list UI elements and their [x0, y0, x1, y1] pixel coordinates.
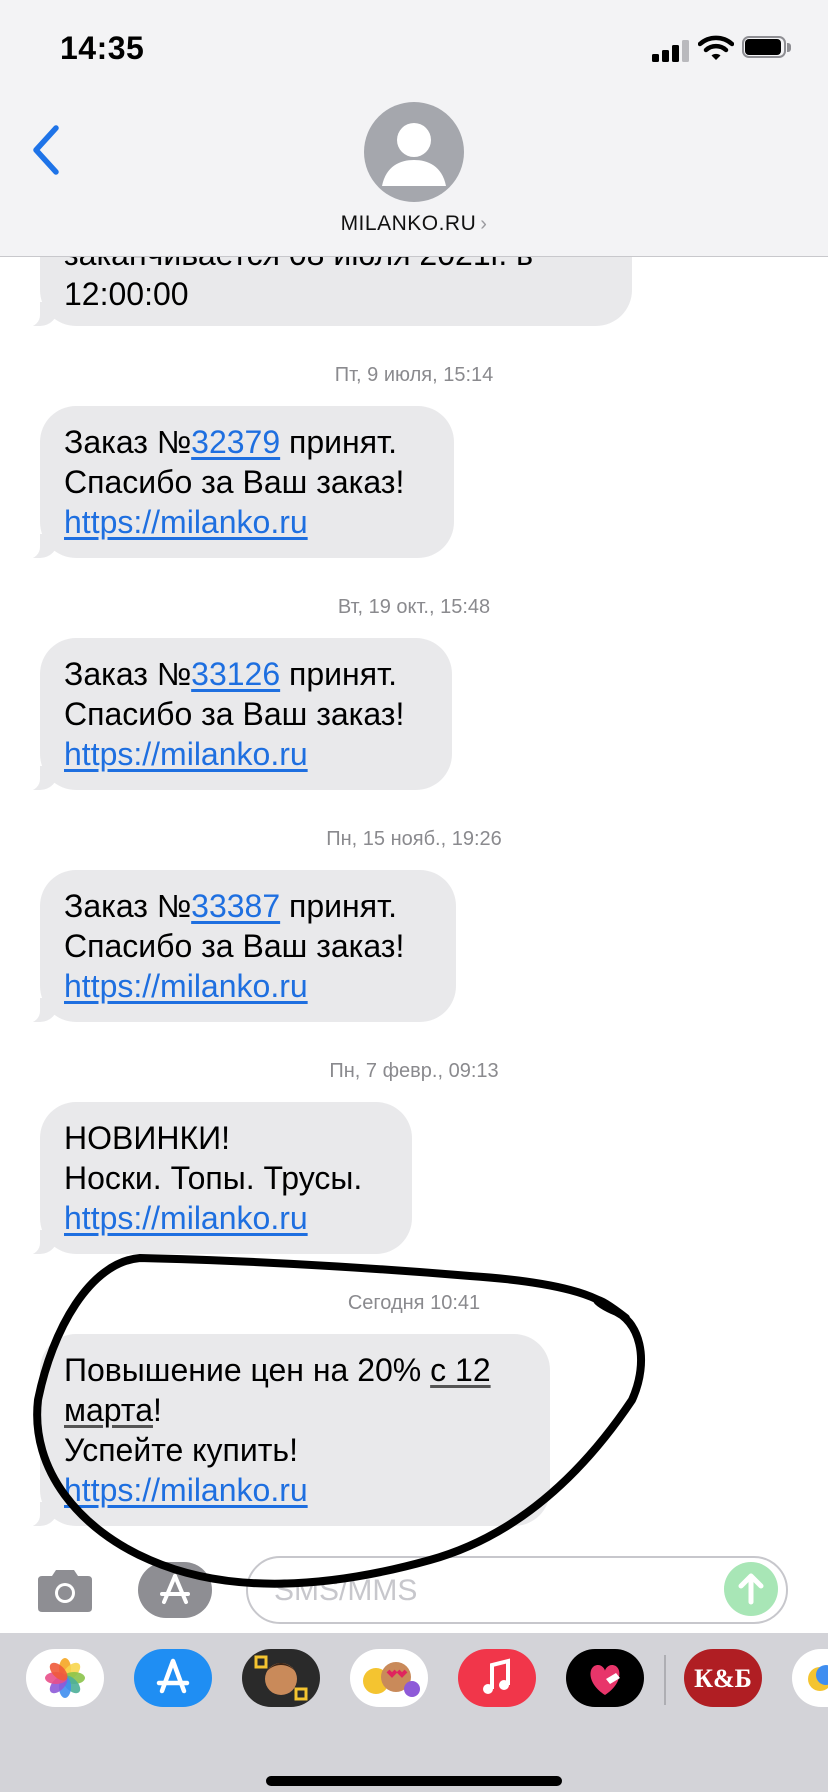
message-line: Заказ №32379 принят.	[64, 424, 398, 460]
message-line: 12:00:00	[64, 276, 189, 312]
send-button[interactable]	[724, 1562, 778, 1616]
animoji-stickers-icon[interactable]	[350, 1649, 428, 1707]
message-timestamp: Пн, 15 нояб., 19:26	[326, 828, 502, 850]
kb-store-icon[interactable]: К&Б	[684, 1649, 762, 1707]
app-drawer: К&Б	[0, 1633, 828, 1792]
date-detection[interactable]: с 12	[430, 1352, 490, 1388]
message-timestamp: Вт, 19 окт., 15:48	[337, 596, 491, 618]
digital-touch-icon[interactable]	[566, 1649, 644, 1707]
memoji-icon[interactable]	[242, 1649, 320, 1707]
date-detection[interactable]: марта	[64, 1392, 153, 1428]
battery-icon	[742, 36, 792, 60]
wifi-icon	[698, 35, 734, 60]
arrow-up-icon	[738, 1573, 764, 1605]
message-input[interactable]	[272, 1568, 716, 1614]
website-link[interactable]: https://milanko.ru	[64, 966, 432, 1006]
order-number-link[interactable]: 33126	[191, 656, 280, 692]
message-line: Носки. Топы. Трусы.	[64, 1160, 363, 1196]
camera-icon[interactable]	[34, 1566, 96, 1614]
message-input-field[interactable]	[246, 1556, 788, 1624]
home-indicator	[266, 1776, 562, 1786]
message-line: Спасибо за Ваш заказ!	[64, 464, 405, 500]
message-timestamp: Пн, 7 февр., 09:13	[329, 1060, 499, 1082]
message-line: Успейте купить!	[64, 1432, 298, 1468]
message-line: Спасибо за Ваш заказ!	[64, 928, 405, 964]
website-link[interactable]: https://milanko.ru	[64, 1470, 526, 1510]
message-line: Спасибо за Ваш заказ!	[64, 696, 405, 732]
message-line: марта!	[64, 1392, 162, 1428]
photos-icon[interactable]	[26, 1649, 104, 1707]
app-store-a-icon	[160, 1574, 190, 1604]
person-silhouette-icon	[382, 123, 446, 186]
cellular-signal-icon	[652, 38, 690, 62]
status-time: 14:35	[60, 30, 145, 66]
message-bubble[interactable]: Заказ №32379 принят. Спасибо за Ваш зака…	[20, 406, 454, 559]
conversation-header: 14:35 MILANKO.RU ›	[0, 0, 828, 257]
partial-app-icon[interactable]	[792, 1649, 828, 1707]
app-store-button[interactable]	[138, 1562, 212, 1618]
message-bubble[interactable]: Заказ №33126 принят. Спасибо за Ваш зака…	[20, 638, 452, 791]
contact-name[interactable]: MILANKO.RU ›	[0, 212, 828, 236]
message-bubble[interactable]: Повышение цен на 20% с 12 марта! Успейте…	[20, 1334, 550, 1527]
message-timestamp: Сегодня 10:41	[347, 1292, 481, 1314]
order-number-link[interactable]: 32379	[191, 424, 280, 460]
drawer-divider	[664, 1655, 666, 1705]
chevron-right-icon: ›	[480, 213, 488, 235]
music-icon[interactable]	[458, 1649, 536, 1707]
website-link[interactable]: https://milanko.ru	[64, 502, 430, 542]
message-line: НОВИНКИ!	[64, 1120, 230, 1156]
message-line: Повышение цен на 20% с 12	[64, 1352, 491, 1388]
order-number-link[interactable]: 33387	[191, 888, 280, 924]
message-timestamp: Пт, 9 июля, 15:14	[334, 364, 494, 386]
message-bubble[interactable]: НОВИНКИ! Носки. Топы. Трусы. https://mil…	[20, 1102, 412, 1255]
back-chevron-icon[interactable]	[26, 122, 66, 178]
contact-avatar[interactable]	[364, 102, 464, 202]
website-link[interactable]: https://milanko.ru	[64, 1198, 388, 1238]
website-link[interactable]: https://milanko.ru	[64, 734, 428, 774]
message-line: Заказ №33387 принят.	[64, 888, 398, 924]
message-line: Заказ №33126 принят.	[64, 656, 398, 692]
message-thread[interactable]: заканчивается 08 июля 2021г. в 12:00:00 …	[0, 0, 828, 1792]
app-store-icon[interactable]	[134, 1649, 212, 1707]
svg-text:К&Б: К&Б	[694, 1664, 752, 1693]
message-bubble[interactable]: Заказ №33387 принят. Спасибо за Ваш зака…	[20, 870, 456, 1023]
